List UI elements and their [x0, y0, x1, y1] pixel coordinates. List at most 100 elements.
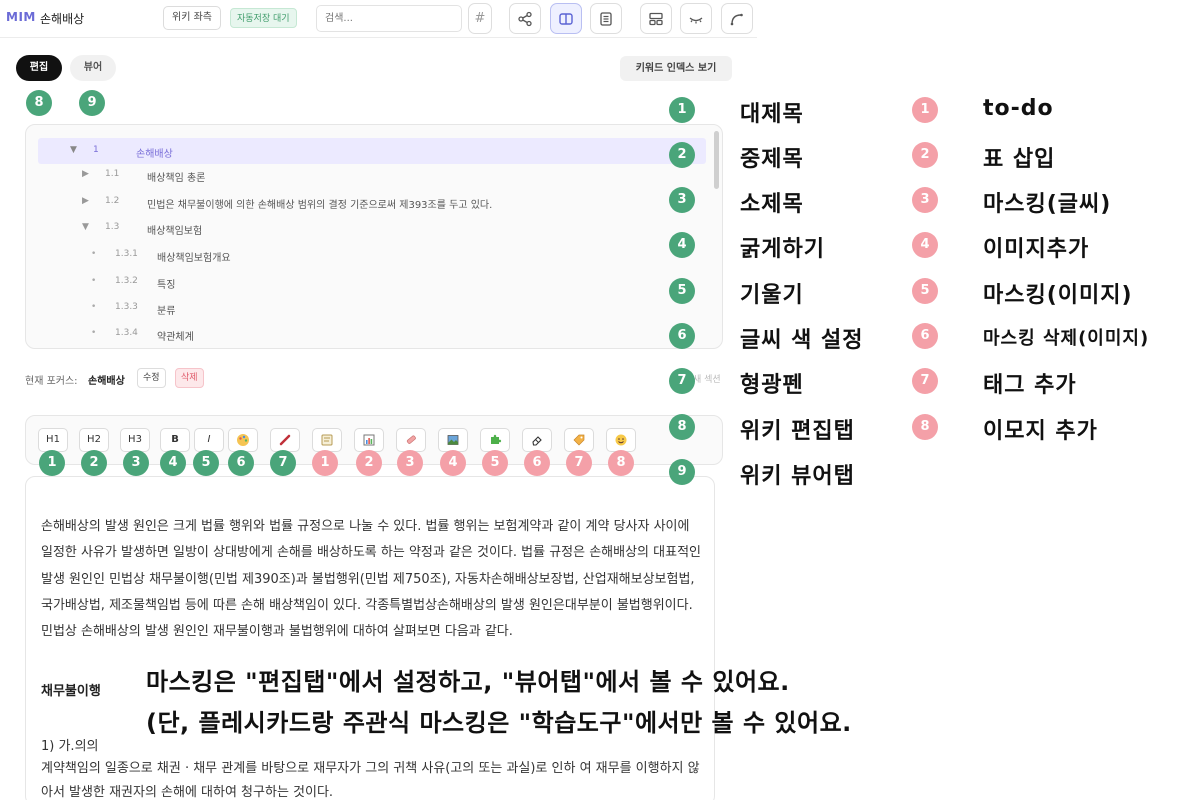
tree-row[interactable]: ▼ 1.3 배상책임보험: [26, 215, 716, 241]
image-add-icon[interactable]: [438, 428, 468, 452]
tree-row[interactable]: • 1.3.2 특징: [26, 269, 716, 295]
legend-green-badge-2: 2: [669, 142, 695, 168]
legend-green-label: 기울기: [740, 283, 804, 308]
legend-green-label: 위키 편집탭: [740, 419, 855, 444]
legend-pink-badge-3: 3: [912, 187, 938, 213]
legend-pink-badge-2: 2: [912, 142, 938, 168]
tree-row[interactable]: ▶ 1.1 배상책임 총론: [26, 162, 716, 188]
focus-edit-button[interactable]: 수정: [137, 368, 166, 388]
tree-row-label: 분류: [157, 306, 176, 317]
legend-green-label: 굵게하기: [740, 237, 825, 262]
focus-delete-button[interactable]: 삭제: [175, 368, 204, 388]
tree-expand-arrow[interactable]: ▶: [82, 196, 89, 206]
legend-pink-label: to-do: [983, 96, 1054, 121]
tree-row-number: 1.3.2: [115, 276, 138, 286]
split-view-icon[interactable]: [550, 3, 582, 34]
legend-pink-badge-7: 7: [912, 368, 938, 394]
tree-bullet: •: [91, 276, 97, 286]
table-insert-icon[interactable]: [354, 428, 384, 452]
legend-pink-label: 마스킹 삭제(이미지): [983, 328, 1150, 349]
masking-notice-line1: 마스킹은 "편집탭"에서 설정하고, "뷰어탭"에서 볼 수 있어요.: [146, 668, 790, 696]
heading2-button[interactable]: H2: [79, 428, 109, 452]
tree-row-label: 민법은 채무불이행에 의한 손해배상 범위의 결정 기준으로써 제393조를 두…: [147, 200, 493, 211]
badge-green-5: 5: [193, 450, 219, 476]
legend-green-badge-7: 7: [669, 368, 695, 394]
top-toolbar: MIM 손해배상 위키 좌측 자동저장 대기 #: [0, 0, 757, 38]
layout-icon[interactable]: [640, 3, 672, 34]
badge-pink-5: 5: [482, 450, 508, 476]
search-input[interactable]: [316, 5, 462, 32]
hide-eye-icon[interactable]: [680, 3, 712, 34]
legend-pink-badge-8: 8: [912, 414, 938, 440]
current-focus-name: 손해배상: [88, 376, 125, 387]
badge-green-3: 3: [123, 450, 149, 476]
text-color-palette-icon[interactable]: [228, 428, 258, 452]
text-masking-eraser-icon[interactable]: [396, 428, 426, 452]
document-title: 손해배상: [40, 12, 85, 26]
keyword-index-button[interactable]: 키워드 인덱스 보기: [620, 56, 732, 81]
badge-pink-3: 3: [397, 450, 423, 476]
tree-expand-arrow[interactable]: ▶: [82, 169, 89, 179]
editor-paragraph: 손해배상의 발생 원인은 크게 법률 행위와 법률 규정으로 나눌 수 있다. …: [41, 519, 701, 640]
badge-green-9-viewer-tab: 9: [79, 90, 105, 116]
legend-pink-label: 마스킹(이미지): [983, 283, 1133, 308]
legend-pink-label: 태그 추가: [983, 373, 1077, 398]
legend-green-label: 글씨 색 설정: [740, 328, 864, 353]
legend-green-label: 소제목: [740, 192, 804, 217]
legend-pink-badge-1: 1: [912, 97, 938, 123]
editor-sub-text: 계약책임의 일종으로 채권 · 채무 관계를 바탕으로 재무자가 그의 귀책 사…: [41, 761, 700, 800]
tree-row[interactable]: ▼ 1 손해배상: [38, 138, 706, 164]
legend-pink-badge-5: 5: [912, 278, 938, 304]
app-logo: MIM: [6, 10, 36, 24]
tree-row-label: 배상책임보험: [147, 226, 203, 237]
legend-pink-badge-6: 6: [912, 323, 938, 349]
tree-row-label: 특징: [157, 280, 176, 291]
legend-green-badge-1: 1: [669, 97, 695, 123]
bold-button[interactable]: B: [160, 428, 190, 452]
legend-green-badge-3: 3: [669, 187, 695, 213]
tab-edit[interactable]: 편집: [16, 55, 62, 81]
legend-green-label: 중제목: [740, 147, 804, 172]
tree-row[interactable]: ▶ 1.2 민법은 채무불이행에 의한 손해배상 범위의 결정 기준으로써 제3…: [26, 189, 716, 215]
share-icon[interactable]: [509, 3, 541, 34]
italic-button[interactable]: I: [194, 428, 224, 452]
tree-row-label: 손해배상: [136, 149, 173, 160]
heading3-button[interactable]: H3: [120, 428, 150, 452]
tree-row-number: 1.3: [105, 222, 120, 232]
hash-tag-button[interactable]: #: [468, 3, 492, 34]
outline-tree-panel: ▼ 1 손해배상 ▶ 1.1 배상책임 총론 ▶ 1.2 민법은 채무불이행에 …: [25, 124, 723, 349]
badge-green-2: 2: [81, 450, 107, 476]
tree-row[interactable]: • 1.3.4 약관체계: [26, 321, 716, 347]
tree-row-number: 1: [93, 145, 99, 155]
tree-row-label: 약관체계: [157, 332, 194, 343]
tree-collapse-arrow[interactable]: ▼: [70, 145, 77, 155]
tree-row[interactable]: • 1.3.3 분류: [26, 295, 716, 321]
badge-green-1: 1: [39, 450, 65, 476]
highlighter-icon[interactable]: [270, 428, 300, 452]
tag-add-icon[interactable]: [564, 428, 594, 452]
emoji-add-icon[interactable]: [606, 428, 636, 452]
badge-pink-4: 4: [440, 450, 466, 476]
current-focus-label: 현재 포커스:: [25, 376, 78, 387]
editor-heading: 채무불이행: [41, 684, 101, 699]
notebook-icon[interactable]: [590, 3, 622, 34]
curve-tool-icon[interactable]: [721, 3, 753, 34]
tree-row[interactable]: • 1.3.1 배상책임보험개요: [26, 242, 716, 268]
tab-viewer[interactable]: 뷰어: [70, 55, 116, 81]
badge-pink-7: 7: [566, 450, 592, 476]
todo-memo-icon[interactable]: [312, 428, 342, 452]
wiki-left-button[interactable]: 위키 좌측: [163, 6, 221, 30]
mask-delete-eraser-icon[interactable]: [522, 428, 552, 452]
tree-row-number: 1.3.1: [115, 249, 138, 259]
tree-collapse-arrow[interactable]: ▼: [82, 222, 89, 232]
image-masking-puzzle-icon[interactable]: [480, 428, 510, 452]
badge-pink-8: 8: [608, 450, 634, 476]
legend-green-badge-8: 8: [669, 414, 695, 440]
legend-pink-badge-4: 4: [912, 232, 938, 258]
heading1-button[interactable]: H1: [38, 428, 68, 452]
new-section-button[interactable]: 새 섹션: [693, 372, 721, 385]
legend-green-badge-6: 6: [669, 323, 695, 349]
legend-green-badge-9: 9: [669, 459, 695, 485]
masking-notice-line2: (단, 플레시카드랑 주관식 마스킹은 "학습도구"에서만 볼 수 있어요.: [146, 709, 852, 737]
tree-scrollbar[interactable]: [714, 131, 719, 189]
